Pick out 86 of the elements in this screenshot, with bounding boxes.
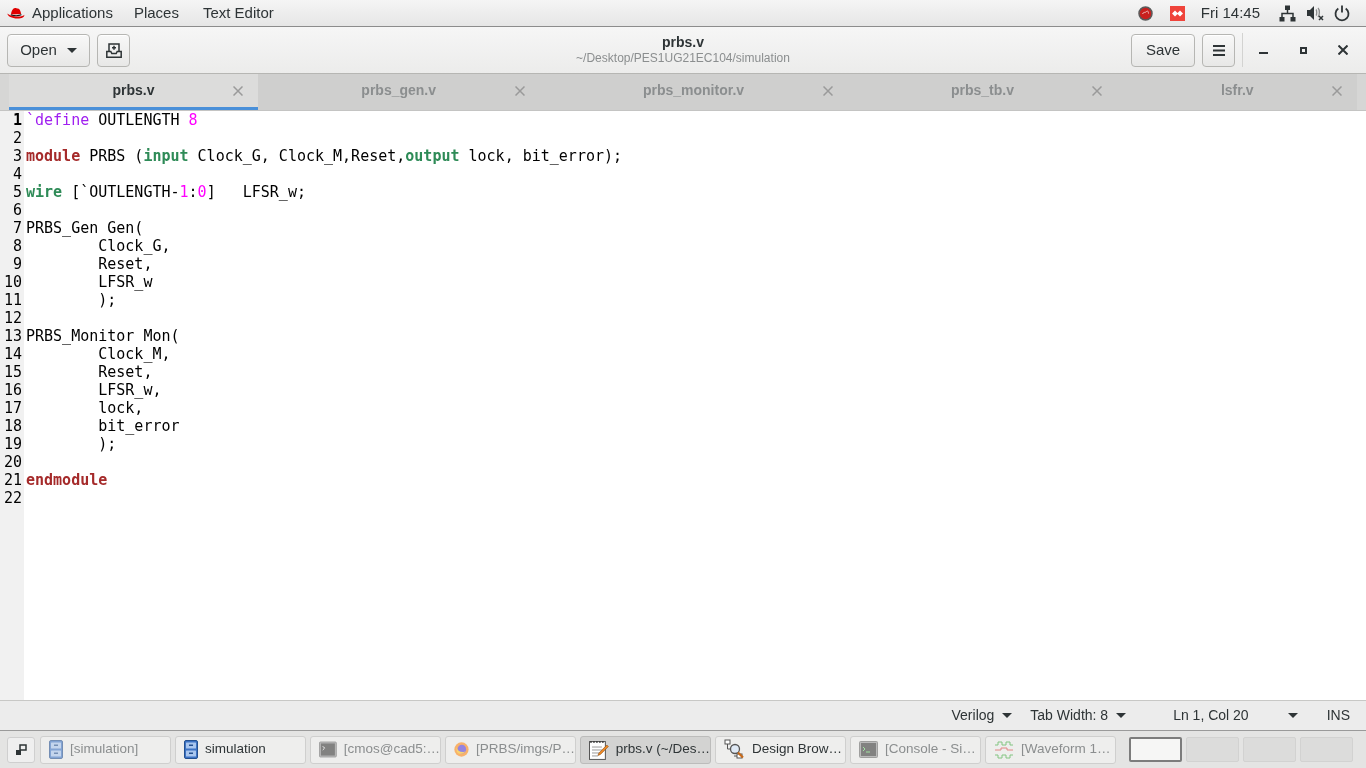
- tab-width-dropdown[interactable]: Tab Width: 8: [1023, 701, 1134, 730]
- close-icon: [1332, 85, 1343, 96]
- hat-icon: [7, 6, 25, 20]
- code-line: wire [`OUTLENGTH-1:0] LFSR_w;: [26, 183, 306, 201]
- cursor-position: Ln 1, Col 20: [1173, 706, 1249, 725]
- file-cabinet-icon: [49, 740, 63, 759]
- volume-muted-icon[interactable]: [1306, 5, 1324, 21]
- close-icon: [1338, 45, 1348, 55]
- new-document-icon: [105, 42, 122, 58]
- magnifier-tree-icon: [724, 739, 745, 760]
- show-desktop-button[interactable]: [7, 736, 35, 763]
- code-line: );: [98, 291, 117, 309]
- line-number: 12: [3, 309, 22, 327]
- line-number: 21: [3, 471, 22, 489]
- code-line: endmodule: [26, 471, 108, 489]
- new-document-button[interactable]: [97, 33, 130, 67]
- code-line: Clock_G,: [98, 237, 171, 255]
- line-number: 6: [12, 201, 22, 219]
- code-line: Reset,: [98, 363, 153, 381]
- line-number: 14: [3, 345, 22, 363]
- menu-icon: [1212, 44, 1225, 56]
- close-icon: [1092, 85, 1103, 96]
- browser-icon: [454, 739, 469, 760]
- window-subtitle: ~/Desktop/PES1UG21EC104/simulation: [576, 51, 790, 66]
- diamond-logo-icon[interactable]: [1169, 5, 1185, 21]
- save-button[interactable]: Save: [1131, 33, 1195, 67]
- task-button[interactable]: prbs.v (~/Des…: [580, 735, 711, 764]
- caret-icon: [1116, 713, 1127, 718]
- code-line: PRBS_Gen Gen(: [26, 219, 144, 237]
- waveform-icon: [994, 740, 1014, 759]
- line-number: 7: [12, 219, 22, 237]
- code-line: LFSR_w: [98, 273, 153, 291]
- caret-icon: [1287, 713, 1298, 718]
- line-number: 9: [12, 255, 22, 273]
- line-number: 15: [3, 363, 22, 381]
- line-number: 3: [12, 147, 22, 165]
- line-number: 4: [12, 165, 22, 183]
- windows-icon: [15, 743, 27, 756]
- maximize-icon: [1299, 46, 1307, 54]
- applications-menu[interactable]: Applications: [0, 0, 123, 26]
- task-button[interactable]: Design Brow…: [715, 735, 846, 764]
- caret-icon: [66, 47, 77, 53]
- code-line: bit_error: [98, 417, 180, 435]
- insert-mode: INS: [1326, 706, 1350, 725]
- line-number: 22: [3, 489, 22, 507]
- file-cabinet-icon: [184, 740, 198, 759]
- app-menu[interactable]: Text Editor: [189, 0, 287, 26]
- line-number: 20: [3, 453, 22, 471]
- code-line: PRBS_Monitor Mon(: [26, 327, 180, 345]
- circle-logo-icon[interactable]: [1137, 5, 1153, 21]
- caret-icon: [1002, 713, 1013, 718]
- code-line: module PRBS (input Clock_G, Clock_M,Reset,output lock, bit_error);: [26, 147, 623, 165]
- code-line: `define OUTLENGTH 8: [26, 111, 198, 129]
- code-line: Clock_M,: [98, 345, 171, 363]
- code-line: Reset,: [98, 255, 153, 273]
- line-number: 19: [3, 435, 22, 453]
- notepad-pencil-icon: [589, 739, 609, 760]
- places-menu[interactable]: Places: [122, 0, 190, 26]
- close-icon: [232, 85, 243, 96]
- terminal-icon: [319, 741, 337, 758]
- language-dropdown[interactable]: Verilog: [944, 701, 1020, 730]
- clock[interactable]: Fri 14:45: [1200, 1, 1260, 25]
- workspace-button[interactable]: [1129, 737, 1182, 762]
- window-title: prbs.v: [662, 34, 704, 51]
- line-number: 13: [3, 327, 22, 345]
- line-number: 1: [12, 111, 22, 129]
- line-number: 17: [3, 399, 22, 417]
- line-number: 18: [3, 417, 22, 435]
- line-number: 10: [3, 273, 22, 291]
- close-icon: [822, 85, 833, 96]
- power-icon[interactable]: [1334, 4, 1350, 22]
- line-number: 2: [12, 129, 22, 147]
- close-icon: [514, 85, 525, 96]
- task-button[interactable]: simulation: [175, 735, 306, 764]
- code-line: );: [98, 435, 117, 453]
- line-number: 8: [12, 237, 22, 255]
- line-number: 16: [3, 381, 22, 399]
- line-number: 11: [3, 291, 22, 309]
- menu-button[interactable]: [1202, 33, 1235, 67]
- open-button[interactable]: Open: [7, 33, 90, 67]
- network-icon[interactable]: [1279, 4, 1296, 22]
- line-number: 5: [12, 183, 22, 201]
- code-line: lock,: [98, 399, 144, 417]
- document-tab[interactable]: prbs.v: [9, 74, 258, 110]
- terminal-icon: [859, 741, 878, 758]
- code-line: LFSR_w,: [98, 381, 162, 399]
